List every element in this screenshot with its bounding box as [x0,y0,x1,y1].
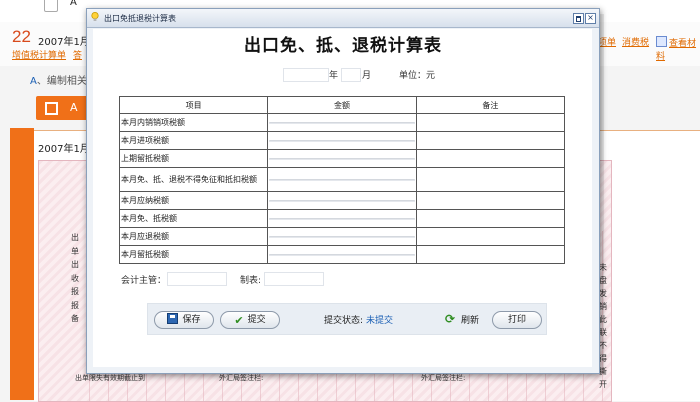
step-letter: A [30,76,37,87]
lightbulb-icon [91,12,99,21]
year-input[interactable] [283,68,329,82]
remark-cell[interactable] [415,149,566,168]
panel-date: 2007年1月 [38,144,90,155]
exercise-date: 2007年1月 [38,37,90,48]
amount-input[interactable] [269,235,415,238]
amount-cell [267,191,417,210]
accountant-input[interactable] [167,272,227,286]
invoice-footer-right: 外汇局签注栏: [421,374,466,382]
amount-cell [267,167,417,192]
top-item-checkbox[interactable] [44,0,58,12]
refresh-icon[interactable]: ⟳ [445,312,455,326]
row-label: 上期留抵税额 [118,149,269,168]
step-text: 、编制相关 [36,76,87,87]
save-label: 保存 [182,315,201,325]
preparer-input[interactable] [264,272,324,286]
preparer-label: 制表: [240,276,262,286]
amount-cell [267,149,417,168]
table-row: 上期留抵税额 [118,149,566,168]
remark-cell[interactable] [415,227,566,246]
submit-status-label: 提交状态: [324,316,364,326]
table-row: 本月免、抵、退税不得免征和抵扣税额 [118,167,566,192]
remark-cell[interactable] [415,245,566,264]
accountant-label: 会计主管： [121,276,167,286]
amount-cell [267,245,417,264]
left-accent-strip [10,128,34,400]
save-button[interactable]: 保存 [154,311,214,329]
document-icon [656,36,667,47]
row-label: 本月留抵税额 [118,245,269,264]
row-label: 本月进项税额 [118,131,269,150]
remark-cell[interactable] [415,209,566,228]
amount-input[interactable] [269,199,415,202]
invoice-footer-left: 出单限失有效期截止到 [75,374,145,382]
view-material-link[interactable]: 查看材料 [656,36,700,62]
print-label: 打印 [507,315,526,325]
amount-input[interactable] [269,157,415,160]
table-row: 本月应退税额 [118,227,566,246]
table-row: 本月内销销项税额 [118,113,566,132]
dialog-window-title: 出口免抵退税计算表 [104,14,176,23]
unit-label: 单位：元 [399,71,436,81]
maximize-button[interactable] [573,13,584,24]
print-button[interactable]: 打印 [492,311,542,329]
table-row: 本月应纳税额 [118,191,566,210]
amount-input[interactable] [269,121,415,124]
submit-label: 提交 [247,315,266,325]
table-header-row: 项目 金额 备注 [118,96,566,114]
answer-link[interactable]: 答 [73,48,82,61]
year-label: 年 [329,71,339,81]
row-label: 本月应退税额 [118,227,269,246]
amount-cell [267,131,417,150]
refresh-button[interactable]: 刷新 [461,313,479,326]
remark-cell[interactable] [415,191,566,210]
remark-cell[interactable] [415,167,566,192]
top-item-label: A [70,0,77,8]
month-input[interactable] [341,68,361,82]
exercise-number: 22 [12,27,31,46]
action-bar: 保存 ✔ 提交 提交状态: 未提交 ⟳ 刷新 打印 [147,303,547,335]
remark-cell[interactable] [415,131,566,150]
calc-table: 项目 金额 备注 本月内销销项税额 本月进项税额 上期留抵税额 本月免、抵、退税… [118,96,566,264]
column-header: 金额 [267,96,417,114]
row-label: 本月免、抵、退税不得免征和抵扣税额 [118,167,269,192]
invoice-label: 开 [599,380,607,389]
submit-status-value: 未提交 [366,316,394,326]
submit-button[interactable]: ✔ 提交 [220,311,280,329]
form-heading: 出口免、抵、退税计算表 [244,36,442,56]
checkmark-icon: ✔ [234,314,244,327]
floppy-disk-icon [167,313,179,324]
step-instruction: A、编制相关 [30,72,87,87]
amount-cell [267,227,417,246]
amount-input[interactable] [269,178,415,181]
column-header: 项目 [118,96,269,114]
amount-input[interactable] [269,253,415,256]
table-row: 本月免、抵税额 [118,209,566,228]
consumption-tax-link[interactable]: 消费税 [622,35,649,48]
row-label: 本月应纳税额 [118,191,269,210]
step-a-label: A [70,101,78,114]
invoice-footer-mid: 外汇局签注栏: [219,374,264,382]
month-label: 月 [362,71,372,81]
square-icon [45,102,58,115]
row-label: 本月内销销项税额 [118,113,269,132]
column-header: 备注 [415,96,566,114]
table-row: 本月留抵税额 [118,245,566,264]
close-button[interactable]: × [585,13,596,24]
row-label: 本月免、抵税额 [118,209,269,228]
table-row: 本月进项税额 [118,131,566,150]
amount-cell [267,209,417,228]
amount-input[interactable] [269,217,415,220]
vat-calc-link[interactable]: 增值税计算单 [12,48,66,61]
amount-cell [267,113,417,132]
amount-input[interactable] [269,139,415,142]
dialog-titlebar[interactable]: 出口免抵退税计算表 × [87,9,599,28]
tax-calc-dialog: 出口免抵退税计算表 × 出口免、抵、退税计算表 年 月 单位：元 项目 金额 备… [86,8,600,374]
remark-cell[interactable] [415,113,566,132]
